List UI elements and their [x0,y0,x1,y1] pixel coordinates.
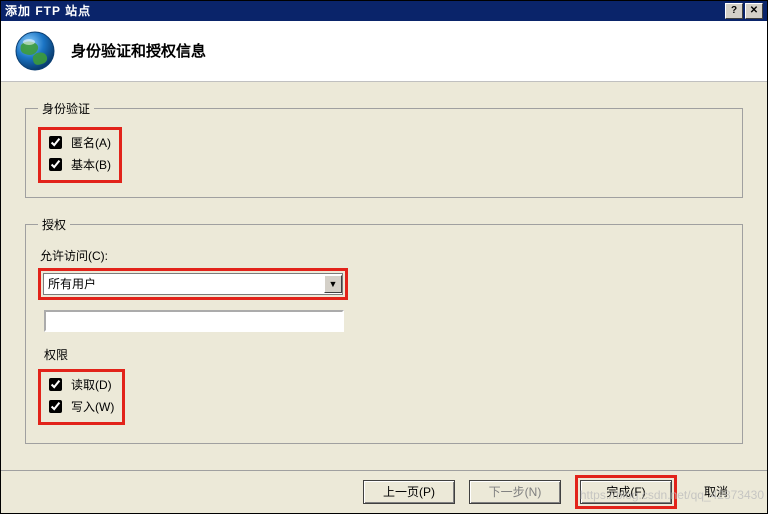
next-label: 下一步(N) [489,483,542,500]
auth-legend: 身份验证 [38,100,94,117]
help-button[interactable]: ? [725,3,743,19]
secondary-input[interactable] [44,310,344,332]
wizard-window: 添加 FTP 站点 ? ✕ 身份验证和授权信息 身份验证 [0,0,768,514]
close-button[interactable]: ✕ [745,3,763,19]
authorization-group: 授权 允许访问(C): 所有用户 ▼ 权限 读取(D) 写入(W) [25,216,743,444]
titlebar: 添加 FTP 站点 ? ✕ [1,1,767,21]
read-checkbox[interactable] [49,378,62,391]
content-area: 身份验证 匿名(A) 基本(B) 授权 允许访问(C): 所有用户 ▼ [1,82,767,470]
permissions-highlight: 读取(D) 写入(W) [38,369,125,425]
auth-highlight: 匿名(A) 基本(B) [38,127,122,183]
cancel-label: 取消 [704,483,728,500]
combo-dropdown-button[interactable]: ▼ [324,275,342,293]
anonymous-checkbox[interactable] [49,136,62,149]
window-title: 添加 FTP 站点 [5,2,91,19]
footer: 上一页(P) 下一步(N) 完成(F) 取消 [1,470,767,513]
allow-access-combo[interactable]: 所有用户 ▼ [43,273,343,295]
permissions-label: 权限 [44,346,730,363]
next-button: 下一步(N) [469,480,561,504]
header-strip: 身份验证和授权信息 [1,21,767,82]
authorization-legend: 授权 [38,216,70,233]
globe-icon [13,29,57,73]
finish-label: 完成(F) [606,483,645,500]
prev-button[interactable]: 上一页(P) [363,480,455,504]
auth-group: 身份验证 匿名(A) 基本(B) [25,100,743,198]
read-label: 读取(D) [71,376,112,393]
title-controls: ? ✕ [725,3,763,19]
anonymous-label: 匿名(A) [71,134,111,151]
cancel-button[interactable]: 取消 [691,480,741,504]
page-title: 身份验证和授权信息 [71,40,206,61]
finish-button[interactable]: 完成(F) [580,480,672,504]
allow-access-label: 允许访问(C): [40,247,730,264]
anonymous-row[interactable]: 匿名(A) [45,132,111,154]
finish-highlight: 完成(F) [575,475,677,509]
basic-label: 基本(B) [71,156,111,173]
prev-label: 上一页(P) [383,483,435,500]
read-row[interactable]: 读取(D) [45,374,114,396]
write-checkbox[interactable] [49,400,62,413]
write-row[interactable]: 写入(W) [45,396,114,418]
allow-access-highlight: 所有用户 ▼ [38,268,348,300]
basic-checkbox[interactable] [49,158,62,171]
allow-access-value: 所有用户 [48,275,96,292]
basic-row[interactable]: 基本(B) [45,154,111,176]
write-label: 写入(W) [71,398,114,415]
